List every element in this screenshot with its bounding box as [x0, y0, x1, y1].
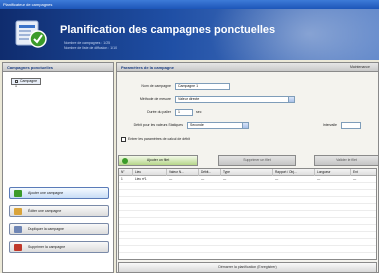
duration-label: Durée du palier — [147, 110, 171, 114]
campaign-list-panel: Campagnes ponctuelles Campagne 1 Ajouter… — [2, 62, 114, 273]
campaign-settings-header: Paramètres de la campagne Maintenance — [117, 63, 378, 72]
column-header[interactable]: Longueur — [315, 169, 351, 176]
campaign-name-label: Nom de campagne — [141, 84, 171, 88]
row-divider — [119, 217, 376, 218]
column-header[interactable]: Rapport / Obj... — [273, 169, 315, 176]
tab-delete-filet-label: Supprimer un filet — [243, 158, 271, 162]
add-campaign-button[interactable]: Ajouter une campagne — [9, 187, 109, 199]
banner-subtitle-campaigns: Nombre de campagnes : 1/25 — [64, 41, 111, 45]
row-divider — [119, 196, 376, 197]
table-header: N° Lieu Valeur N... Débit... Type Rappor… — [119, 169, 376, 176]
duplicate-campaign-button[interactable]: Dupliquer la campagne — [9, 223, 109, 235]
interval-label: Intervalle — [322, 123, 337, 127]
tab-delete-filet[interactable]: Supprimer un filet — [218, 155, 296, 166]
app-logo-icon — [15, 20, 47, 48]
campaign-checkbox[interactable] — [15, 79, 18, 83]
duration-field[interactable]: 1 — [175, 109, 193, 116]
static-rate-value: Seconde — [190, 123, 204, 127]
edit-campaign-label: Éditer une campagne — [28, 209, 62, 213]
interval-field[interactable] — [341, 122, 361, 129]
filet-table[interactable]: N° Lieu Valeur N... Débit... Type Rappor… — [118, 168, 377, 260]
window-title: Planificateur de campagnes — [3, 2, 53, 7]
maintenance-menu[interactable]: Maintenance — [350, 63, 370, 72]
rate-params-label: Entrer les paramètres de calcul de débit — [128, 137, 190, 141]
add-icon — [14, 190, 22, 197]
campaign-list-header: Campagnes ponctuelles — [3, 63, 113, 72]
filet-tabs: Ajouter un filet Supprimer un filet Vali… — [118, 155, 379, 167]
row-divider — [119, 238, 376, 239]
method-value: Valeur directe — [178, 97, 200, 101]
header-banner: Planification des campagnes ponctuelles … — [0, 9, 379, 60]
duration-value: 1 — [178, 110, 180, 114]
method-select[interactable]: Valeur directe — [175, 96, 295, 103]
row-divider — [119, 182, 376, 183]
row-divider — [119, 224, 376, 225]
row-divider — [119, 210, 376, 211]
campaign-name-value: Campagne 1 — [178, 84, 199, 88]
add-campaign-label: Ajouter une campagne — [28, 191, 64, 195]
column-header[interactable]: N° — [119, 169, 133, 176]
column-header[interactable]: Lieu — [133, 169, 167, 176]
rate-params-checkbox[interactable] — [121, 137, 126, 142]
campaign-item-label: Campagne 1 — [15, 79, 38, 88]
tab-validate-filet-label: Valider le filet — [336, 158, 357, 162]
start-planning-button[interactable]: Démarrer la planification (Enregistrer) — [118, 262, 377, 273]
delete-icon — [14, 244, 22, 251]
delete-campaign-label: Supprimer la campagne — [28, 245, 66, 249]
campaign-settings-title: Paramètres de la campagne — [121, 65, 174, 70]
row-divider — [119, 203, 376, 204]
chevron-down-icon[interactable] — [288, 97, 294, 102]
window-titlebar: Planificateur de campagnes — [0, 0, 379, 9]
column-header[interactable]: Valeur N... — [167, 169, 199, 176]
static-rate-select[interactable]: Seconde — [187, 122, 249, 129]
row-divider — [119, 252, 376, 253]
edit-campaign-button[interactable]: Éditer une campagne — [9, 205, 109, 217]
banner-subtitle-lists: Nombre de liste de diffusion : 1/10 — [64, 46, 118, 50]
tab-validate-filet[interactable]: Valider le filet — [314, 155, 379, 166]
row-divider — [119, 245, 376, 246]
column-header[interactable]: Ent — [351, 169, 378, 176]
campaign-list-item[interactable]: Campagne 1 — [11, 78, 41, 88]
duplicate-campaign-label: Dupliquer la campagne — [28, 227, 64, 231]
edit-icon — [14, 208, 22, 215]
column-header[interactable]: Type — [221, 169, 273, 176]
chevron-down-icon[interactable] — [242, 123, 248, 128]
static-rate-label: Débit pour les valeurs Statiques — [133, 123, 183, 127]
row-divider — [119, 189, 376, 190]
method-label: Méthode de mesure — [139, 97, 171, 101]
banner-title: Planification des campagnes ponctuelles — [60, 24, 276, 36]
tab-add-filet-label: Ajouter un filet — [146, 158, 170, 162]
campaign-name-field[interactable]: Campagne 1 — [175, 83, 230, 90]
duplicate-icon — [14, 226, 22, 233]
delete-campaign-button[interactable]: Supprimer la campagne — [9, 241, 109, 253]
duration-unit: sec — [196, 110, 202, 114]
row-divider — [119, 231, 376, 232]
tab-add-filet[interactable]: Ajouter un filet — [118, 155, 198, 166]
plus-icon — [122, 158, 128, 164]
column-header[interactable]: Débit... — [199, 169, 221, 176]
